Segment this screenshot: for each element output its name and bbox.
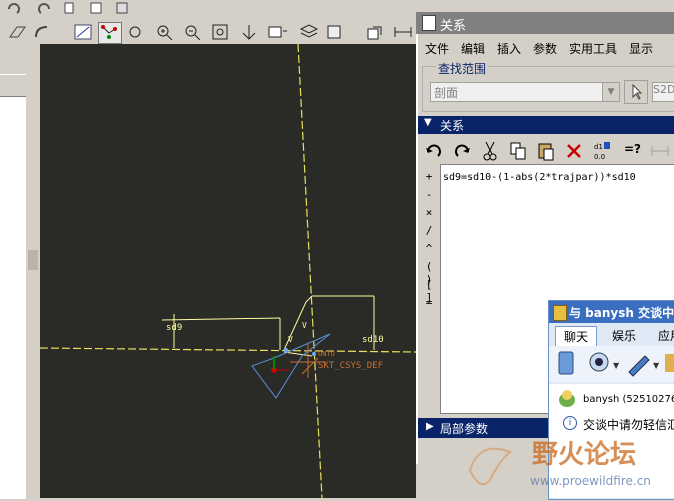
buddy-name: banysh (525102765 [583, 394, 674, 405]
svg-text:0.0: 0.0 [594, 153, 605, 161]
graphics-window[interactable]: sd9 sd10 V V SKT_CSYS_DEF ONTO [39, 43, 417, 499]
sort-relations-icon[interactable] [650, 140, 670, 162]
dim-sd9-label: sd9 [166, 323, 182, 333]
cursor-icon [632, 83, 643, 100]
evaluate-button[interactable]: =? [624, 142, 641, 156]
undo-button[interactable] [424, 140, 444, 162]
zoom-in-icon[interactable] [154, 22, 178, 44]
panel-tab[interactable] [0, 74, 26, 97]
dialog-title: 关系 [440, 19, 467, 34]
menu-utilities[interactable]: 实用工具 [569, 40, 617, 57]
more-apps-icon [665, 354, 674, 372]
site-watermark: 野火论坛 www.proewildfire.cn [460, 430, 674, 498]
menu-parameters[interactable]: 参数 [533, 40, 557, 57]
operator-divide[interactable]: / [420, 224, 438, 237]
buddy-avatar-icon [557, 388, 577, 408]
datum-plane-icon[interactable] [6, 22, 30, 44]
watermark-brand: 野火论坛 [532, 440, 637, 470]
model-setup-icon[interactable] [324, 22, 348, 44]
horizontal-reference-axis [39, 347, 417, 353]
dialog-icon [422, 15, 436, 31]
tab-apps[interactable]: 应用 [653, 326, 674, 346]
search-scope-label: 查找范围 [436, 60, 489, 77]
dimension-icon[interactable] [392, 22, 416, 44]
tab-entertainment[interactable]: 娱乐 [607, 326, 641, 346]
watermark-url: www.proewildfire.cn [530, 474, 651, 488]
refit-icon[interactable] [210, 22, 234, 44]
sketch-canvas: sd9 sd10 V V SKT_CSYS_DEF ONTO [39, 43, 417, 499]
paste-button[interactable] [536, 140, 556, 162]
regenerate-icon[interactable] [364, 22, 388, 44]
model-tree-area[interactable] [0, 96, 26, 499]
scope-item-field[interactable]: S2D [652, 82, 674, 102]
pick-arrow-button[interactable] [624, 80, 648, 104]
operator-power[interactable]: ^ [420, 242, 438, 255]
dim-sd10-label: sd10 [362, 335, 384, 345]
svg-text:d1: d1 [594, 143, 603, 151]
phone-icon [558, 351, 574, 375]
file-dropdown-icon: ▼ [653, 361, 660, 370]
file-transfer-icon [628, 355, 650, 377]
chevron-down-icon[interactable]: ▼ [602, 83, 619, 101]
clipboard-icon[interactable] [112, 0, 136, 22]
expand-triangle-icon: ▶ [426, 421, 434, 432]
chat-titlebar[interactable]: 与 banysh 交谈中 [549, 301, 674, 323]
operator-equals[interactable]: = [420, 296, 438, 309]
webcam-icon [589, 352, 609, 372]
delete-icon[interactable] [564, 140, 584, 162]
scope-select-value: 剖面 [434, 86, 459, 100]
zoom-out-icon[interactable] [182, 22, 206, 44]
relations-header-label: 关系 [440, 119, 465, 133]
menu-display[interactable]: 显示 [629, 40, 653, 57]
pipe-icon[interactable] [32, 22, 56, 44]
collapse-triangle-icon: ▼ [424, 117, 432, 128]
chat-app-icon [553, 305, 567, 321]
vertical-constraint-label: V [302, 321, 307, 330]
saved-view-icon[interactable] [266, 22, 290, 44]
undo-icon[interactable] [4, 0, 28, 22]
tab-chat[interactable]: 聊天 [555, 326, 597, 347]
operator-minus[interactable]: - [420, 188, 438, 201]
vertical-constraint-label-2: V [288, 335, 293, 344]
dimension-value-toggle-icon[interactable]: d1 0.0 [592, 140, 612, 162]
chat-title: 与 banysh 交谈中 [569, 306, 674, 320]
menu-file[interactable]: 文件 [425, 40, 449, 57]
redo-button[interactable] [452, 140, 472, 162]
menu-edit[interactable]: 编辑 [461, 40, 485, 57]
copy-button[interactable] [508, 140, 528, 162]
onto-label: ONTO [318, 350, 335, 358]
info-icon: i [563, 416, 577, 430]
copy-icon[interactable] [60, 0, 84, 22]
redo-icon[interactable] [32, 0, 56, 22]
relations-section-header[interactable]: ▼ 关系 [418, 116, 674, 134]
cut-icon[interactable] [480, 140, 500, 162]
reorient-icon[interactable] [238, 22, 262, 44]
relation-line: sd9=sd10-(1-abs(2*trajpar))*sd10 [443, 172, 636, 183]
layers-icon[interactable] [298, 22, 322, 44]
menu-insert[interactable]: 插入 [497, 40, 521, 57]
webcam-dropdown-icon: ▼ [613, 361, 620, 370]
chat-tabs: 聊天 娱乐 应用 [549, 326, 674, 347]
csys-label: SKT_CSYS_DEF [318, 361, 383, 371]
vertical-reference-axis [297, 43, 323, 499]
scope-select[interactable]: 剖面 ▼ [430, 82, 620, 102]
chat-toolbar: ▼ ▼ [549, 346, 674, 382]
relations-dialog-titlebar[interactable]: 关系 [416, 12, 674, 34]
operator-multiply[interactable]: × [420, 206, 438, 219]
constraint-icon[interactable] [126, 22, 150, 44]
sketch-view-icon[interactable] [72, 22, 96, 44]
sketch-tool-icon[interactable] [98, 22, 122, 44]
panel-collapse-handle[interactable] [28, 250, 38, 270]
operator-plus[interactable]: + [420, 170, 438, 183]
paste-icon[interactable] [86, 0, 110, 22]
